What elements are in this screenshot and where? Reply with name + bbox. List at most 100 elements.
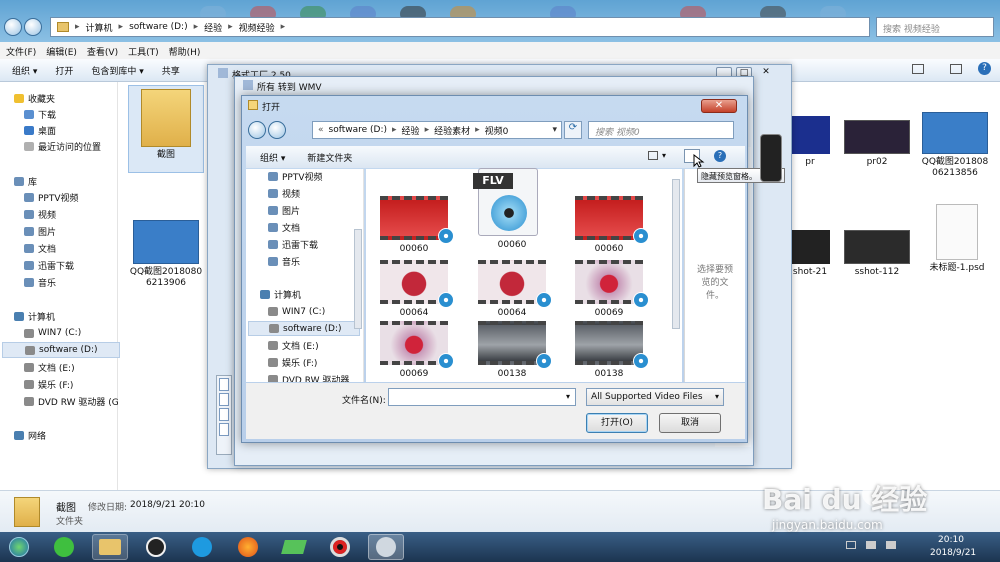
back-icon[interactable] [248,121,266,139]
breadcrumb-item[interactable]: 视频经验 [239,21,275,34]
nav-computer[interactable]: 计算机 [14,308,132,324]
taskbar-recorder-icon[interactable] [322,534,358,560]
filetype-select[interactable]: All Supported Video Files ▾ [586,388,724,406]
taskbar-360-icon[interactable] [46,534,82,560]
open-button[interactable]: 打开(O) [586,413,648,433]
nav-item[interactable]: 娱乐 (F:) [268,355,317,370]
forward-icon[interactable] [24,18,42,36]
dialog-file-item[interactable]: 00060 [368,194,460,256]
scrollbar[interactable] [354,229,362,329]
menu-tools[interactable]: 工具(T) [128,45,159,58]
nav-item[interactable]: PPTV视频 [24,189,142,205]
dialog-file-item[interactable]: 00064 [466,258,558,320]
nav-item[interactable]: WIN7 (C:) [268,304,325,319]
back-icon[interactable] [4,18,22,36]
chevron-down-icon[interactable]: ▾ [662,151,666,160]
nav-item-selected[interactable]: software (D:) [248,321,360,336]
chevron-down-icon[interactable]: ▾ [566,392,570,401]
view-icon[interactable] [648,151,658,160]
nav-item[interactable]: 迅雷下载 [24,257,142,273]
nav-item[interactable]: 文档 [24,240,142,256]
help-icon[interactable]: ? [978,62,991,75]
help-icon[interactable]: ? [714,150,726,162]
nav-item[interactable]: DVD RW 驱动器 [268,372,349,382]
nav-item[interactable]: DVD RW 驱动器 (G [24,393,142,409]
dialog-address-bar[interactable]: « software (D:) ▸ 经验 ▸ 经验素材 ▸ 视频0 ▾ [312,121,562,139]
chevron-down-icon[interactable]: ▾ [552,125,557,135]
breadcrumb-item[interactable]: software (D:) [129,22,188,32]
nav-item-selected[interactable]: software (D:) [2,342,120,358]
new-folder-button[interactable]: 新建文件夹 [307,151,352,164]
file-item[interactable]: QQ截图20180806213906 [128,220,204,310]
nav-item[interactable]: 桌面 [24,122,142,138]
refresh-icon[interactable]: ⟳ [564,121,582,139]
dialog-file-item[interactable]: 00069 [563,258,655,320]
image-icon[interactable] [219,393,229,406]
breadcrumb-item[interactable]: 计算机 [86,21,113,34]
nav-network[interactable]: 网络 [14,427,132,443]
dialog-file-item[interactable]: 00060 [563,194,655,256]
nav-item[interactable]: 文档 [268,220,300,235]
clock-date[interactable]: 2018/9/21 [930,548,976,558]
taskbar-pptv-icon[interactable] [184,534,220,560]
preview-pane-icon[interactable] [950,64,962,74]
taskbar-firefox-icon[interactable] [230,534,266,560]
close-button[interactable]: ✕ [758,67,774,79]
nav-item[interactable]: 最近访问的位置 [24,138,142,154]
include-library-button[interactable]: 包含到库中 ▾ [91,64,143,77]
dialog-file-item[interactable]: FLV 00060 [466,168,558,256]
menu-file[interactable]: 文件(F) [6,45,36,58]
organize-button[interactable]: 组织 ▾ [12,64,37,77]
file-item[interactable]: 截图 [128,85,204,173]
share-button[interactable]: 共享 [162,64,180,77]
open-button[interactable]: 打开 [55,64,73,77]
nav-item[interactable]: PPTV视频 [268,169,323,184]
file-item[interactable]: shot-21 [790,230,830,286]
nav-item[interactable]: 文档 (E:) [24,359,142,375]
file-item[interactable]: 未标题-1.psd [922,204,992,286]
taskbar-format-factory-icon[interactable] [368,534,404,560]
dialog-file-item[interactable]: 00064 [368,258,460,320]
file-item[interactable]: pr02 [842,120,912,176]
taskbar-explorer-icon[interactable] [92,534,128,560]
nav-computer[interactable]: 计算机 [260,287,301,302]
nav-item[interactable]: 文档 (E:) [268,338,319,353]
dialog-file-item[interactable]: 00069 [368,319,460,381]
nav-item[interactable]: 迅雷下载 [268,237,318,252]
cancel-button[interactable]: 取消 [659,413,721,433]
menu-edit[interactable]: 编辑(E) [46,45,77,58]
nav-item[interactable]: 音乐 [24,274,142,290]
explorer-address-bar[interactable]: ▸ 计算机 ▸ software (D:) ▸ 经验 ▸ 视频经验 ▸ [50,17,870,37]
taskbar-app-icon[interactable] [276,534,312,560]
nav-item[interactable]: 娱乐 (F:) [24,376,142,392]
nav-item[interactable]: 下载 [24,106,142,122]
explorer-nav-buttons[interactable] [4,17,44,37]
nav-item[interactable]: 图片 [24,223,142,239]
nav-favorites[interactable]: 收藏夹 [14,90,132,106]
start-button[interactable] [4,534,34,560]
menu-view[interactable]: 查看(V) [87,45,118,58]
organize-button[interactable]: 组织 ▾ [260,151,285,164]
scrollbar[interactable] [672,179,680,329]
taskbar-qq-icon[interactable] [138,534,174,560]
file-item[interactable]: QQ截图20180806213856 [920,112,990,198]
breadcrumb-item[interactable]: 经验素材 [434,124,470,137]
dialog-file-item[interactable]: 00138 [563,319,655,381]
dialog-search-input[interactable]: 搜索 视频0 [588,121,734,139]
nav-item[interactable]: 视频 [24,206,142,222]
explorer-search-input[interactable]: 搜索 视频经验 [876,17,994,37]
close-button[interactable]: ✕ [701,99,737,113]
nav-libraries[interactable]: 库 [14,173,132,189]
view-options-icon[interactable] [912,64,924,74]
nav-item[interactable]: 图片 [268,203,300,218]
file-item[interactable]: sshot-112 [842,230,912,286]
file-item[interactable]: pr [790,116,830,176]
forward-icon[interactable] [268,121,286,139]
breadcrumb-item[interactable]: software (D:) [329,125,388,135]
breadcrumb-item[interactable]: 经验 [204,21,222,34]
nav-item[interactable]: 视频 [268,186,300,201]
filename-input[interactable] [388,388,576,406]
chevron-down-icon[interactable]: ▾ [715,392,719,401]
tools-icon[interactable] [219,423,229,436]
music-icon[interactable] [219,378,229,391]
